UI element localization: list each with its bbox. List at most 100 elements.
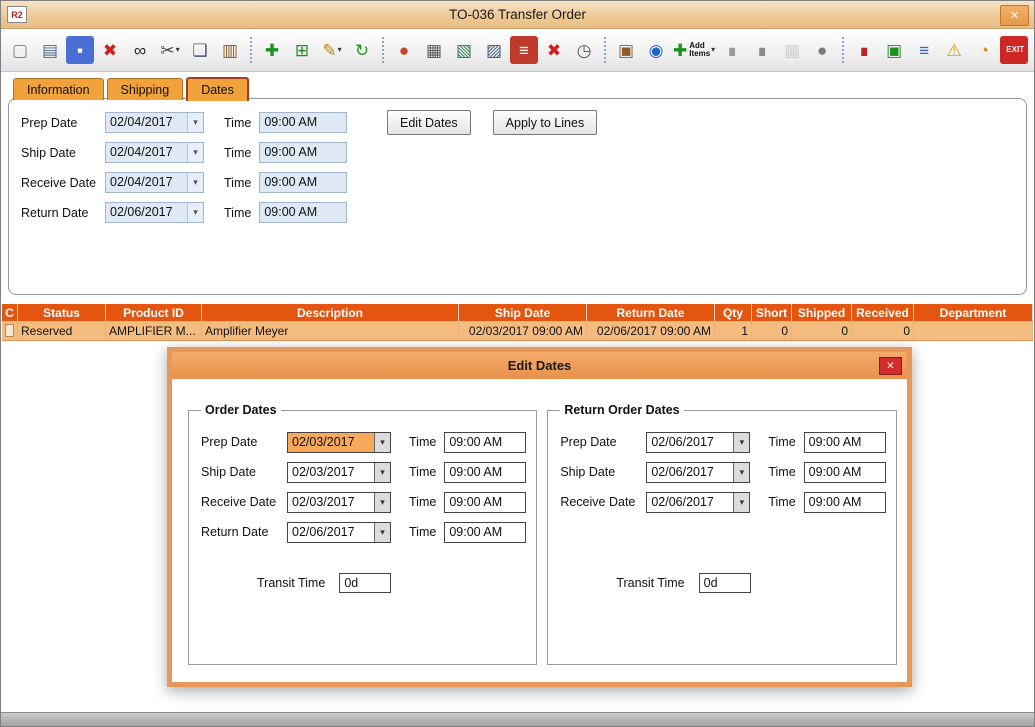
tab-dates[interactable]: Dates [186,77,249,101]
order-dates-group: Order Dates Prep Date 02/03/2017 Time 09… [188,403,537,665]
cell-qty: 1 [715,321,752,340]
calculator-icon[interactable]: ▦ [420,36,448,64]
cell-return-date: 02/06/2017 09:00 AM [587,321,715,340]
prep-time-field[interactable]: 09:00 AM [259,112,347,133]
order-ship-date-label: Ship Date [201,465,287,479]
order-receive-date-label: Receive Date [201,495,287,509]
receive-date-combo[interactable]: 02/04/2017 [105,172,204,193]
new-document-icon[interactable]: ▢ [6,36,34,64]
pallet-icon[interactable]: ▦ [778,36,806,64]
order-return-date-combo[interactable]: 02/06/2017 [287,522,391,543]
chevron-down-icon[interactable] [374,493,390,512]
register-green-icon[interactable]: ▣ [880,36,908,64]
chevron-down-icon[interactable] [733,433,749,452]
column-header-short[interactable]: Short [752,304,792,321]
chevron-down-icon[interactable] [711,46,715,54]
order-ship-time-field[interactable]: 09:00 AM [444,462,526,483]
return-ship-time-field[interactable]: 09:00 AM [804,462,886,483]
column-header-status[interactable]: Status [18,304,106,321]
find-binoculars-icon[interactable]: ∞ [126,36,154,64]
red-book-icon[interactable]: ≡ [510,36,538,64]
delete-icon[interactable]: ✖ [96,36,124,64]
edit-dates-button[interactable]: Edit Dates [387,110,471,135]
chevron-down-icon[interactable] [374,463,390,482]
warning-icon[interactable]: ⚠ [940,36,968,64]
add-line-detail-icon[interactable]: ⊞ [288,36,316,64]
report-document-icon[interactable]: ≡ [910,36,938,64]
column-header-received[interactable]: Received [852,304,914,321]
copy-icon[interactable]: ❏ [186,36,214,64]
return-transit-time-row: Transit Time 0d [560,573,885,593]
row-checkbox[interactable] [5,324,14,337]
save-icon[interactable]: ▪ [66,36,94,64]
order-return-time-field[interactable]: 09:00 AM [444,522,526,543]
tab-information[interactable]: Information [13,78,104,100]
chevron-down-icon[interactable] [187,143,203,162]
exit-icon[interactable]: EXIT [1000,36,1028,64]
cut-icon[interactable]: ✂ [156,36,184,64]
window-close-button[interactable]: ✕ [1000,5,1029,26]
product-spheres-icon[interactable]: ● [390,36,418,64]
column-header-return-date[interactable]: Return Date [587,304,715,321]
tab-shipping[interactable]: Shipping [107,78,184,100]
add-line-icon[interactable]: ✚ [258,36,286,64]
time-stamp-icon[interactable]: ◔ [970,36,998,64]
paste-icon[interactable]: ▥ [216,36,244,64]
chevron-down-icon[interactable] [374,523,390,542]
calendar-remove-icon[interactable]: ✖ [540,36,568,64]
column-header-c[interactable]: C [2,304,18,321]
add-items-icon[interactable]: ✚Add Items [672,36,716,64]
calendar-clock-icon[interactable]: ◷ [570,36,598,64]
chevron-down-icon[interactable] [187,173,203,192]
column-header-shipped[interactable]: Shipped [792,304,852,321]
column-header-description[interactable]: Description [202,304,459,321]
invoice-register-icon[interactable]: ▨ [480,36,508,64]
chevron-down-icon[interactable] [187,203,203,222]
refresh-icon[interactable]: ↻ [348,36,376,64]
chevron-down-icon[interactable] [187,113,203,132]
chevron-down-icon[interactable] [733,493,749,512]
toolbar-separator [250,37,252,63]
order-prep-time-field[interactable]: 09:00 AM [444,432,526,453]
print-icon[interactable]: ▤ [36,36,64,64]
return-date-combo[interactable]: 02/06/2017 [105,202,204,223]
order-transit-time-input[interactable]: 0d [339,573,391,593]
column-header-product-id[interactable]: Product ID [106,304,202,321]
prep-date-combo[interactable]: 02/04/2017 [105,112,204,133]
return-ship-date-combo[interactable]: 02/06/2017 [646,462,750,483]
column-header-department[interactable]: Department [914,304,1033,321]
return-receive-date-combo[interactable]: 02/06/2017 [646,492,750,513]
ship-date-combo[interactable]: 02/04/2017 [105,142,204,163]
ship-time-field[interactable]: 09:00 AM [259,142,347,163]
return-receive-time-field[interactable]: 09:00 AM [804,492,886,513]
edit-memo-icon[interactable]: ✎ [318,36,346,64]
order-ship-date-combo[interactable]: 02/03/2017 [287,462,391,483]
return-order-dates-group: Return Order Dates Prep Date 02/06/2017 … [547,403,896,665]
rock-icon[interactable]: ● [808,36,836,64]
order-prep-date-combo[interactable]: 02/03/2017 [287,432,391,453]
return-time-field[interactable]: 09:00 AM [259,202,347,223]
package-icon[interactable]: ▣ [612,36,640,64]
return-prep-date-combo[interactable]: 02/06/2017 [646,432,750,453]
apply-to-lines-button[interactable]: Apply to Lines [493,110,598,135]
order-receive-time-field[interactable]: 09:00 AM [444,492,526,513]
table-row[interactable]: Reserved AMPLIFIER M... Amplifier Meyer … [2,321,1033,341]
dialog-close-button[interactable]: ✕ [879,357,902,375]
cash-register-icon[interactable]: ▧ [450,36,478,64]
chevron-down-icon[interactable] [374,433,390,452]
column-header-ship-date[interactable]: Ship Date [459,304,587,321]
column-header-qty[interactable]: Qty [715,304,752,321]
order-receive-date-combo[interactable]: 02/03/2017 [287,492,391,513]
chevron-down-icon[interactable] [733,463,749,482]
chevron-down-icon[interactable] [176,46,180,54]
time-label: Time [224,116,251,130]
return-prep-time-field[interactable]: 09:00 AM [804,432,886,453]
red-truck-icon[interactable]: ∎ [850,36,878,64]
chevron-down-icon[interactable] [338,46,342,54]
toolbar-separator [604,37,606,63]
truck-out-icon[interactable]: ∎ [718,36,746,64]
globe-disk-icon[interactable]: ◉ [642,36,670,64]
receive-time-field[interactable]: 09:00 AM [259,172,347,193]
truck-return-icon[interactable]: ∎ [748,36,776,64]
return-transit-time-input[interactable]: 0d [699,573,751,593]
